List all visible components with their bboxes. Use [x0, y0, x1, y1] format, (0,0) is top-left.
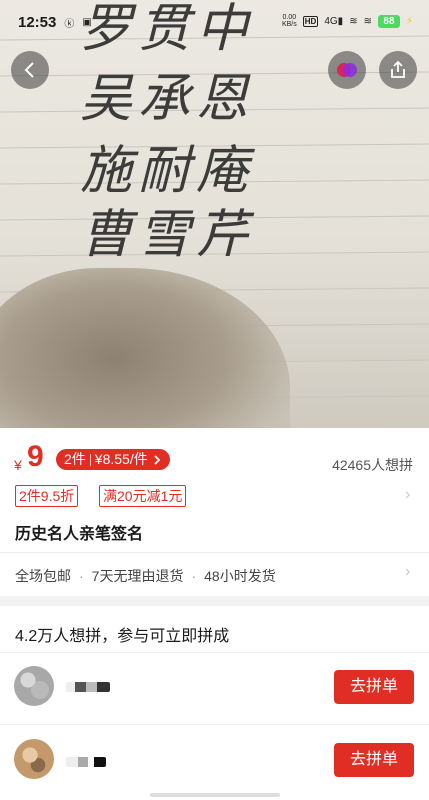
- user-name-blurred: [66, 682, 110, 692]
- notification-icon: ▣: [82, 17, 92, 28]
- promo-tag[interactable]: 满20元减1元: [99, 485, 187, 507]
- chevron-right-icon: [154, 454, 161, 465]
- battery-indicator: 88: [377, 14, 400, 28]
- product-price: 9: [27, 440, 44, 473]
- bundle-price-badge[interactable]: 2件 ¥8.55/件: [56, 449, 170, 470]
- join-group-button[interactable]: 去拼单: [334, 670, 414, 704]
- service-guarantees[interactable]: 全场包邮 · 7天无理由退货 · 48小时发货: [15, 566, 276, 586]
- user-name-blurred: [66, 757, 106, 767]
- currency-symbol: ¥: [14, 457, 22, 473]
- handwritten-name: 曹雪芹: [80, 205, 255, 265]
- signal-icon: 4G▮: [324, 15, 344, 27]
- wifi-icon: ≋: [349, 15, 358, 27]
- chevron-right-icon[interactable]: ›: [405, 563, 410, 581]
- section-gap: [0, 596, 429, 606]
- hd-badge: HD: [302, 15, 319, 27]
- share-icon: [391, 60, 405, 78]
- avatar: [14, 666, 54, 706]
- multi-color-button[interactable]: [328, 51, 366, 89]
- want-count: 42465人想拼: [332, 457, 413, 473]
- back-icon: [24, 62, 34, 78]
- multi-color-icon: [337, 63, 357, 77]
- handwritten-name: 吴承恩: [80, 69, 255, 129]
- product-title: 历史名人亲笔签名: [15, 526, 144, 543]
- net-speed: 0.00 KB/s: [281, 14, 297, 28]
- divider: [0, 552, 429, 553]
- product-page: 罗贯中 吴承恩 施耐庵 曹雪芹 12:53 ⓚ ▣ 0.00 KB/s HD 4…: [0, 0, 429, 800]
- group-buy-title: 4.2万人想拼，参与可立即拼成: [15, 628, 230, 645]
- divider: [0, 652, 429, 653]
- chevron-right-icon[interactable]: ›: [405, 486, 410, 504]
- wifi-icon: ≋: [363, 15, 372, 27]
- status-time: 12:53: [18, 14, 57, 31]
- avatar: [14, 739, 54, 779]
- charging-icon: ⚡: [405, 15, 413, 27]
- status-bar: 12:53 ⓚ ▣ 0.00 KB/s HD 4G▮ ≋ ≋ 88 ⚡: [0, 0, 429, 50]
- home-indicator: [150, 793, 280, 797]
- promo-tag[interactable]: 2件9.5折: [15, 485, 79, 507]
- back-button[interactable]: [11, 51, 49, 89]
- divider: [0, 724, 429, 725]
- notification-icon: ⓚ: [64, 19, 75, 30]
- share-button[interactable]: [379, 51, 417, 89]
- join-group-button[interactable]: 去拼单: [334, 743, 414, 777]
